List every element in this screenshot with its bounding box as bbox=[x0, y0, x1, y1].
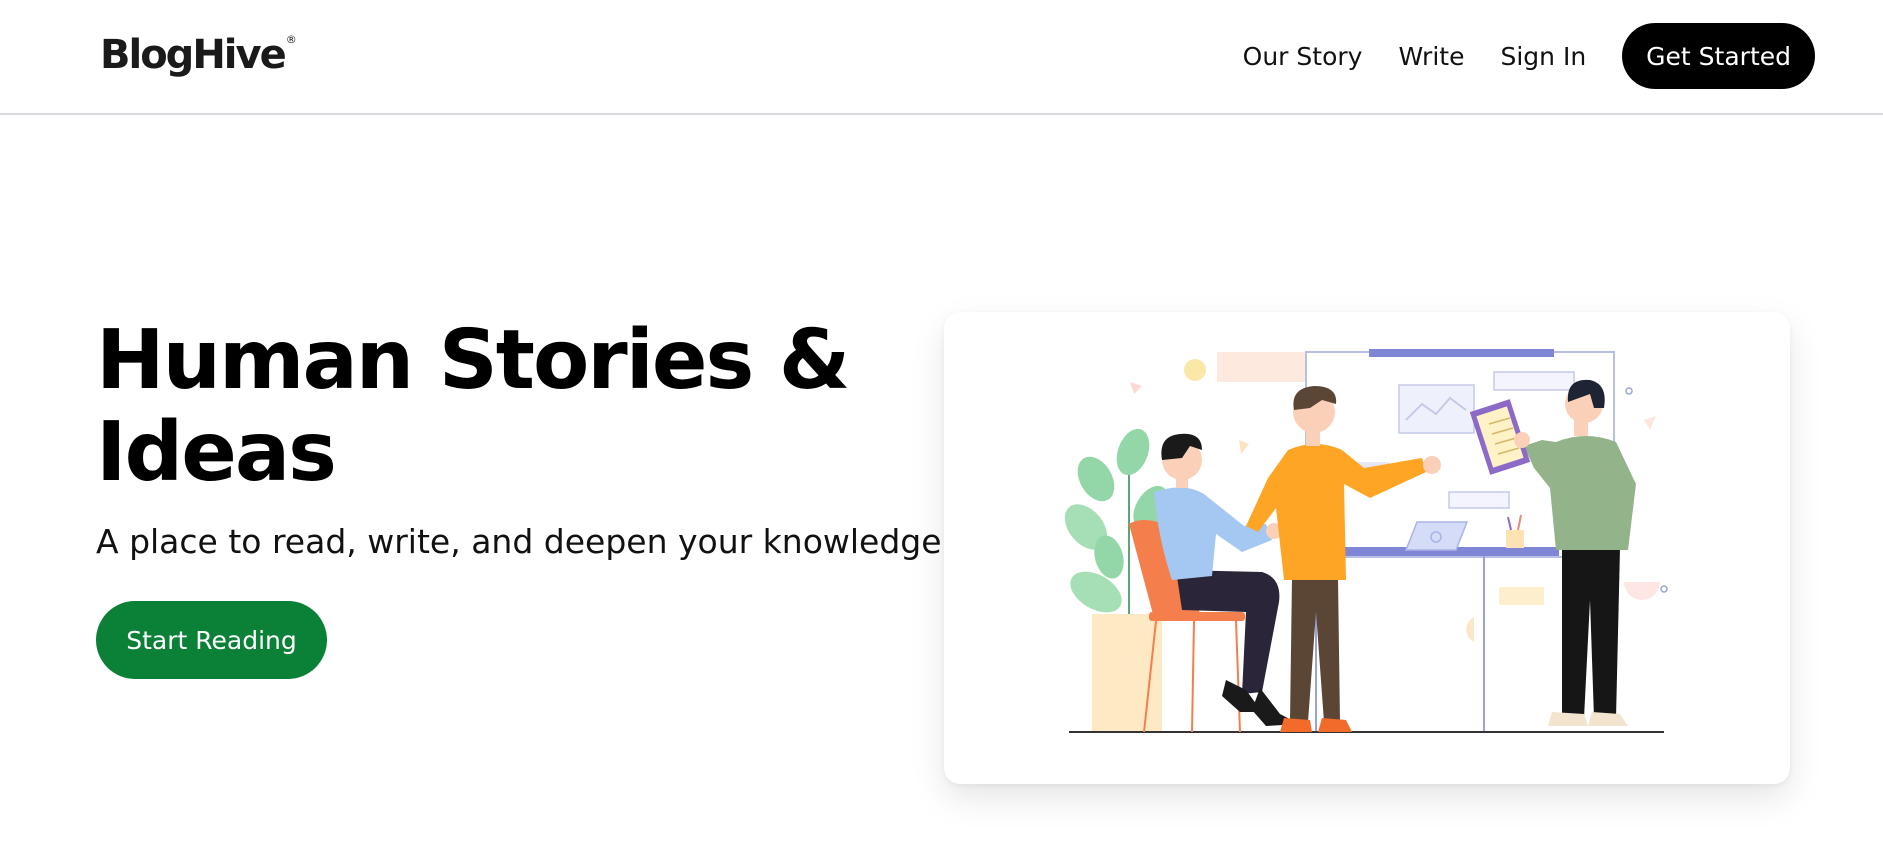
nav-links: Our Story Write Sign In Get Started bbox=[1243, 22, 1815, 90]
plant-leaf bbox=[1116, 428, 1150, 476]
seated-person-shirt bbox=[1154, 487, 1272, 580]
reader-shoe bbox=[1588, 712, 1628, 726]
registered-mark: ® bbox=[285, 33, 297, 46]
nav-link-write[interactable]: Write bbox=[1398, 42, 1464, 71]
bg-triangle bbox=[1239, 440, 1249, 454]
whiteboard-header-bar bbox=[1369, 349, 1554, 357]
chair-leg bbox=[1191, 620, 1195, 733]
top-navbar: BlogHive ® Our Story Write Sign In Get S… bbox=[0, 0, 1883, 115]
logo-text: BlogHive bbox=[100, 32, 287, 78]
chair-seat bbox=[1149, 612, 1245, 621]
whiteboard-note bbox=[1448, 491, 1510, 509]
nav-link-sign-in[interactable]: Sign In bbox=[1500, 42, 1586, 71]
bg-circle bbox=[1184, 359, 1206, 381]
reader-shoe bbox=[1548, 712, 1588, 726]
presenter-shoe bbox=[1280, 718, 1312, 732]
hero-illustration-card bbox=[944, 312, 1790, 784]
nav-link-our-story[interactable]: Our Story bbox=[1243, 42, 1363, 71]
pencil-cup bbox=[1506, 530, 1524, 548]
plant-pot bbox=[1092, 614, 1162, 732]
seated-person-legs bbox=[1176, 570, 1280, 694]
hero-subtitle: A place to read, write, and deepen your … bbox=[96, 522, 953, 561]
bg-dot bbox=[1625, 387, 1633, 395]
presenter-hand bbox=[1423, 456, 1441, 474]
bg-semicircle bbox=[1624, 582, 1660, 600]
presenter-shoe bbox=[1318, 718, 1352, 732]
bg-block bbox=[1217, 352, 1309, 382]
reader-pants bbox=[1562, 548, 1620, 718]
hero-title: Human Stories & Ideas bbox=[96, 313, 850, 500]
reader-hand bbox=[1514, 432, 1530, 448]
team-collaboration-illustration bbox=[1064, 349, 1668, 733]
whiteboard-note bbox=[1493, 371, 1575, 391]
chair-leg bbox=[1235, 620, 1241, 733]
start-reading-button[interactable]: Start Reading bbox=[96, 601, 327, 679]
bg-triangle bbox=[1130, 382, 1142, 394]
get-started-button[interactable]: Get Started bbox=[1622, 23, 1815, 89]
bg-dot bbox=[1660, 585, 1668, 593]
plant-leaf bbox=[1077, 456, 1115, 502]
bg-triangle bbox=[1644, 416, 1656, 430]
bg-block bbox=[1499, 587, 1544, 605]
bg-semicircle bbox=[1466, 617, 1474, 642]
laptop bbox=[1404, 521, 1469, 551]
site-logo[interactable]: BlogHive ® bbox=[100, 32, 297, 78]
whiteboard-chart bbox=[1398, 384, 1475, 434]
